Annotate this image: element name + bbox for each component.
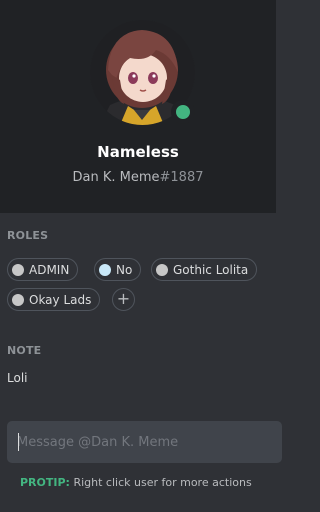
discriminator: #1887 — [159, 170, 204, 185]
protip-label: PROTIP: — [20, 476, 70, 489]
message-input[interactable] — [7, 421, 282, 463]
online-status-icon — [171, 100, 195, 124]
role-color-dot-icon[interactable] — [99, 263, 111, 276]
role-admin[interactable]: ADMIN — [7, 258, 79, 281]
avatar[interactable] — [90, 20, 195, 125]
note-title: NOTE — [7, 344, 42, 357]
add-role-button[interactable]: + — [112, 288, 135, 311]
plus-icon: + — [116, 289, 131, 308]
protip-text: Right click user for more actions — [69, 476, 252, 489]
role-color-dot-icon[interactable] — [12, 293, 24, 306]
roles-title: ROLES — [7, 229, 49, 242]
profile-body: ROLES ADMIN No Gothic Lolita Okay Lads +… — [0, 213, 282, 512]
protip: PROTIP: Right click user for more action… — [20, 476, 252, 489]
tag-name: Dan K. Meme — [72, 170, 160, 185]
role-label: Gothic Lolita — [173, 262, 249, 277]
user-tag: Dan K. Meme#1887 — [0, 170, 276, 185]
role-label: No — [116, 262, 133, 277]
role-gothic-lolita[interactable]: Gothic Lolita — [151, 258, 258, 281]
note-text[interactable]: Loli — [7, 371, 27, 385]
role-label: Okay Lads — [29, 292, 92, 307]
role-no[interactable]: No — [94, 258, 142, 281]
role-label: ADMIN — [29, 262, 70, 277]
text-caret — [18, 433, 19, 451]
message-box[interactable] — [7, 421, 282, 463]
role-okay-lads[interactable]: Okay Lads — [7, 288, 101, 311]
username: Nameless — [97, 143, 179, 161]
profile-header: Nameless Dan K. Meme#1887 — [0, 0, 276, 213]
role-color-dot-icon[interactable] — [12, 263, 24, 276]
role-color-dot-icon[interactable] — [156, 263, 168, 276]
